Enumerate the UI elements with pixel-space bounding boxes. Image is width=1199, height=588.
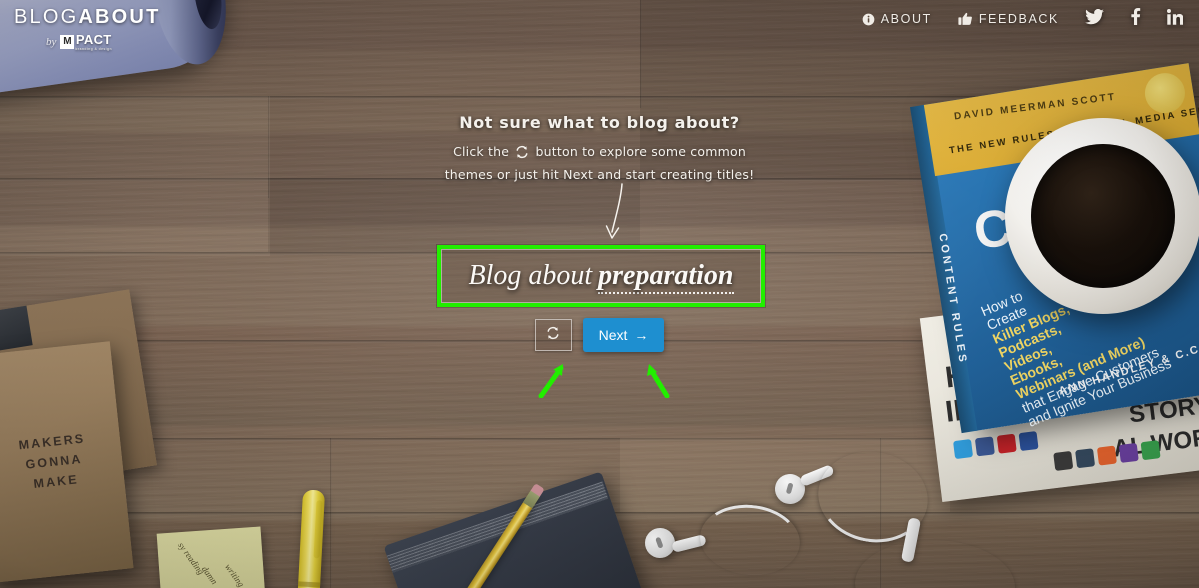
info-icon [862,13,875,26]
topic-value[interactable]: preparation [598,260,734,294]
instructions-line1-after: button to explore some common [535,144,746,159]
green-arrow-annotation-refresh [535,362,569,403]
topic-field-highlight: Blog about preparation [437,245,765,307]
topic-input[interactable]: Blog about preparation [441,249,761,303]
impact-wordmark: PACT branding & design [75,32,112,51]
topic-lead-text: Blog about [468,260,593,291]
refresh-icon-inline [515,145,529,165]
action-buttons: Next → [0,318,1199,352]
logo-by-label: by [46,35,57,48]
facebook-icon[interactable] [1130,7,1141,30]
logo-word-about: ABOUT [78,6,161,28]
instructions-line-1: Click the button to explore some common [0,142,1199,165]
nav-label-feedback: FEEDBACK [978,12,1059,26]
nav-item-feedback[interactable]: FEEDBACK [958,12,1059,26]
next-button[interactable]: Next → [582,318,665,352]
logo-byline: by M PACT branding & design [14,32,144,51]
impact-tagline: branding & design [75,47,112,51]
topic-field-text: Blog about preparation [468,260,734,294]
instructions-line1-before: Click the [453,144,510,159]
nav-label-about: ABOUT [880,12,932,26]
impact-logo-icon: M PACT branding & design [60,32,112,51]
thumbs-up-icon [958,12,973,26]
refresh-button[interactable] [534,319,572,351]
refresh-icon [546,326,560,345]
arrow-right-icon: → [634,327,649,343]
logo-wordmark: BLOGABOUT [14,6,158,29]
top-navigation: ABOUT FEEDBACK [836,7,1184,30]
green-arrow-annotation-next [643,362,677,403]
impact-name: PACT [75,32,112,47]
impact-mark-letter: M [60,34,75,49]
logo-word-blog: BLOG [14,6,79,28]
white-curved-arrow-annotation [596,182,636,249]
app-root: MAKERS GONNA MAKE sy reading damn writin… [0,0,1199,588]
linkedin-icon[interactable] [1167,8,1184,30]
next-button-label: Next [598,327,628,343]
instructions-headline: Not sure what to blog about? [459,113,740,132]
nav-item-about[interactable]: ABOUT [862,12,932,26]
instructions-subtext: Click the button to explore some common … [0,142,1199,185]
site-logo[interactable]: BLOGABOUT by M PACT branding & design [14,6,158,51]
twitter-icon[interactable] [1085,8,1104,30]
